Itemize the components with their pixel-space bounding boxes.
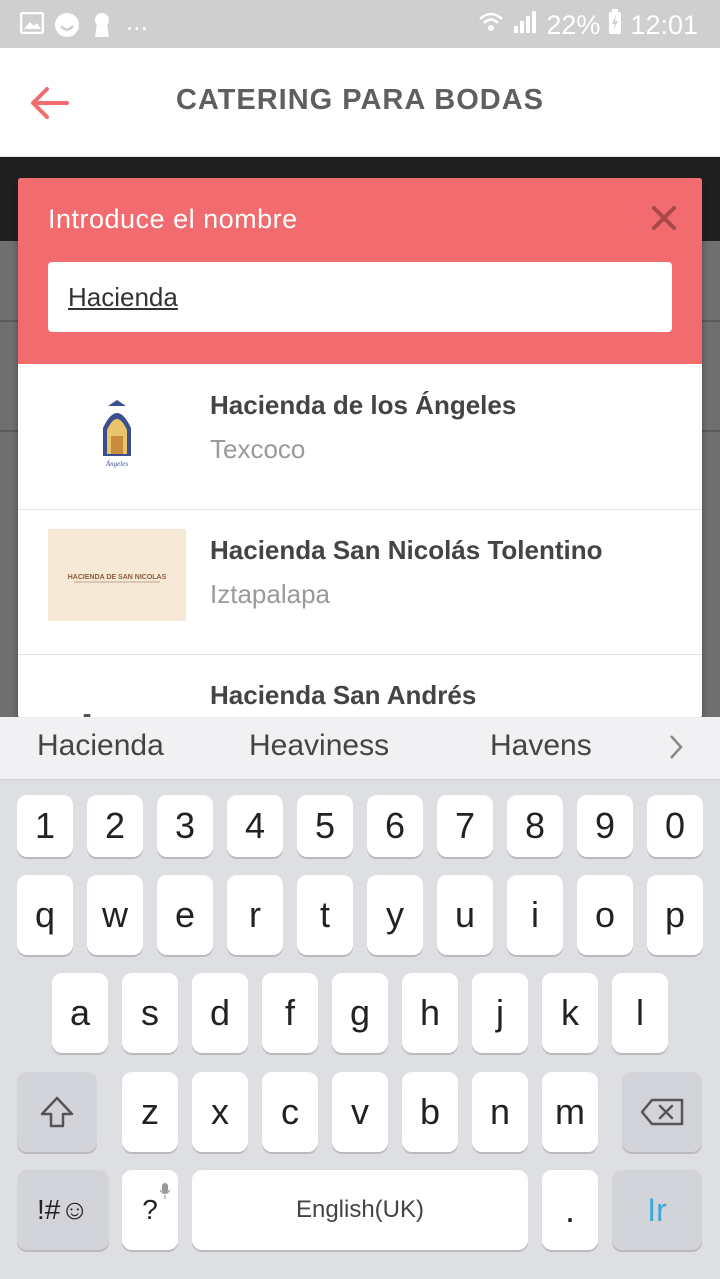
more-notifications: ... [126,6,148,36]
key-t[interactable]: t [297,875,353,955]
key-x[interactable]: x [192,1072,248,1152]
key-j[interactable]: j [472,973,528,1053]
key-0[interactable]: 0 [647,795,703,857]
question-mark-label: ? [142,1194,158,1225]
microphone-icon [159,1174,171,1199]
key-k[interactable]: k [542,973,598,1053]
space-key[interactable]: English(UK) [192,1170,528,1250]
key-b[interactable]: b [402,1072,458,1152]
key-e[interactable]: e [157,875,213,955]
key-s[interactable]: s [122,973,178,1053]
backspace-icon [640,1098,684,1126]
key-c[interactable]: c [262,1072,318,1152]
key-f[interactable]: f [262,973,318,1053]
key-3[interactable]: 3 [157,795,213,857]
result-item[interactable]: Hacienda San Andrés [18,654,702,718]
emoji-status-icon [54,12,80,43]
suggestion-word[interactable]: Havens [490,729,592,763]
suggestion-bar: Hacienda Heaviness Havens [0,717,720,780]
shift-key[interactable] [17,1072,97,1152]
key-z[interactable]: z [122,1072,178,1152]
app-bar: CATERING PARA BODAS [0,48,720,157]
key-y[interactable]: y [367,875,423,955]
status-bar: ... 22% 12:01 [0,0,720,48]
soft-keyboard: Hacienda Heaviness Havens 1 2 3 4 5 6 7 … [0,717,720,1279]
gallery-icon [19,11,45,39]
key-4[interactable]: 4 [227,795,283,857]
key-8[interactable]: 8 [507,795,563,857]
key-i[interactable]: i [507,875,563,955]
result-location: Texcoco [210,434,306,464]
result-item[interactable]: Ángeles Hacienda de los Ángeles Texcoco [18,364,702,510]
search-dialog: Introduce el nombre Ángeles Hacienda de … [18,178,702,718]
key-u[interactable]: u [437,875,493,955]
close-button[interactable] [646,200,682,236]
key-p[interactable]: p [647,875,703,955]
close-icon [652,206,676,230]
go-key[interactable]: Ir [612,1170,702,1250]
key-l[interactable]: l [612,973,668,1053]
svg-text:Ángeles: Ángeles [105,460,128,468]
keyhole-icon [92,12,112,43]
clock: 12:01 [630,9,698,40]
page-title: CATERING PARA BODAS [175,84,545,116]
battery-percent: 22% [546,9,601,40]
dialog-title: Introduce el nombre [48,204,298,234]
key-9[interactable]: 9 [577,795,633,857]
battery-charging-icon [608,8,622,42]
key-7[interactable]: 7 [437,795,493,857]
key-w[interactable]: w [87,875,143,955]
suggestion-word[interactable]: Hacienda [37,729,164,763]
question-mark-key[interactable]: ? [122,1170,178,1250]
key-h[interactable]: h [402,973,458,1053]
chevron-right-icon [670,735,683,759]
wifi-icon [478,10,504,41]
result-item[interactable]: HACIENDA DE SAN NICOLAS Hacienda San Nic… [18,509,702,655]
key-6[interactable]: 6 [367,795,423,857]
result-name: Hacienda San Andrés [210,680,477,710]
key-v[interactable]: v [332,1072,388,1152]
dialog-header: Introduce el nombre [18,178,702,364]
result-name: Hacienda de los Ángeles [210,390,517,420]
symbols-key[interactable]: !#☺ [17,1170,109,1250]
venue-logo-thumbnail: HACIENDA DE SAN NICOLAS [48,529,186,621]
search-input[interactable] [48,262,672,332]
key-q[interactable]: q [17,875,73,955]
backspace-key[interactable] [622,1072,702,1152]
result-location: Iztapalapa [210,579,330,609]
suggestion-word[interactable]: Heaviness [249,729,389,763]
key-1[interactable]: 1 [17,795,73,857]
key-g[interactable]: g [332,973,388,1053]
venue-photo-thumbnail [48,674,186,718]
key-5[interactable]: 5 [297,795,353,857]
shift-icon [40,1096,74,1128]
period-key[interactable]: . [542,1170,598,1250]
key-2[interactable]: 2 [87,795,143,857]
key-o[interactable]: o [577,875,633,955]
key-d[interactable]: d [192,973,248,1053]
expand-suggestions-button[interactable] [668,733,684,769]
signal-icon [512,10,538,41]
key-r[interactable]: r [227,875,283,955]
thumbnail-logo-text: HACIENDA DE SAN NICOLAS [68,574,167,581]
result-name: Hacienda San Nicolás Tolentino [210,535,603,565]
key-a[interactable]: a [52,973,108,1053]
key-n[interactable]: n [472,1072,528,1152]
key-m[interactable]: m [542,1072,598,1152]
venue-logo-thumbnail: Ángeles [48,384,186,476]
